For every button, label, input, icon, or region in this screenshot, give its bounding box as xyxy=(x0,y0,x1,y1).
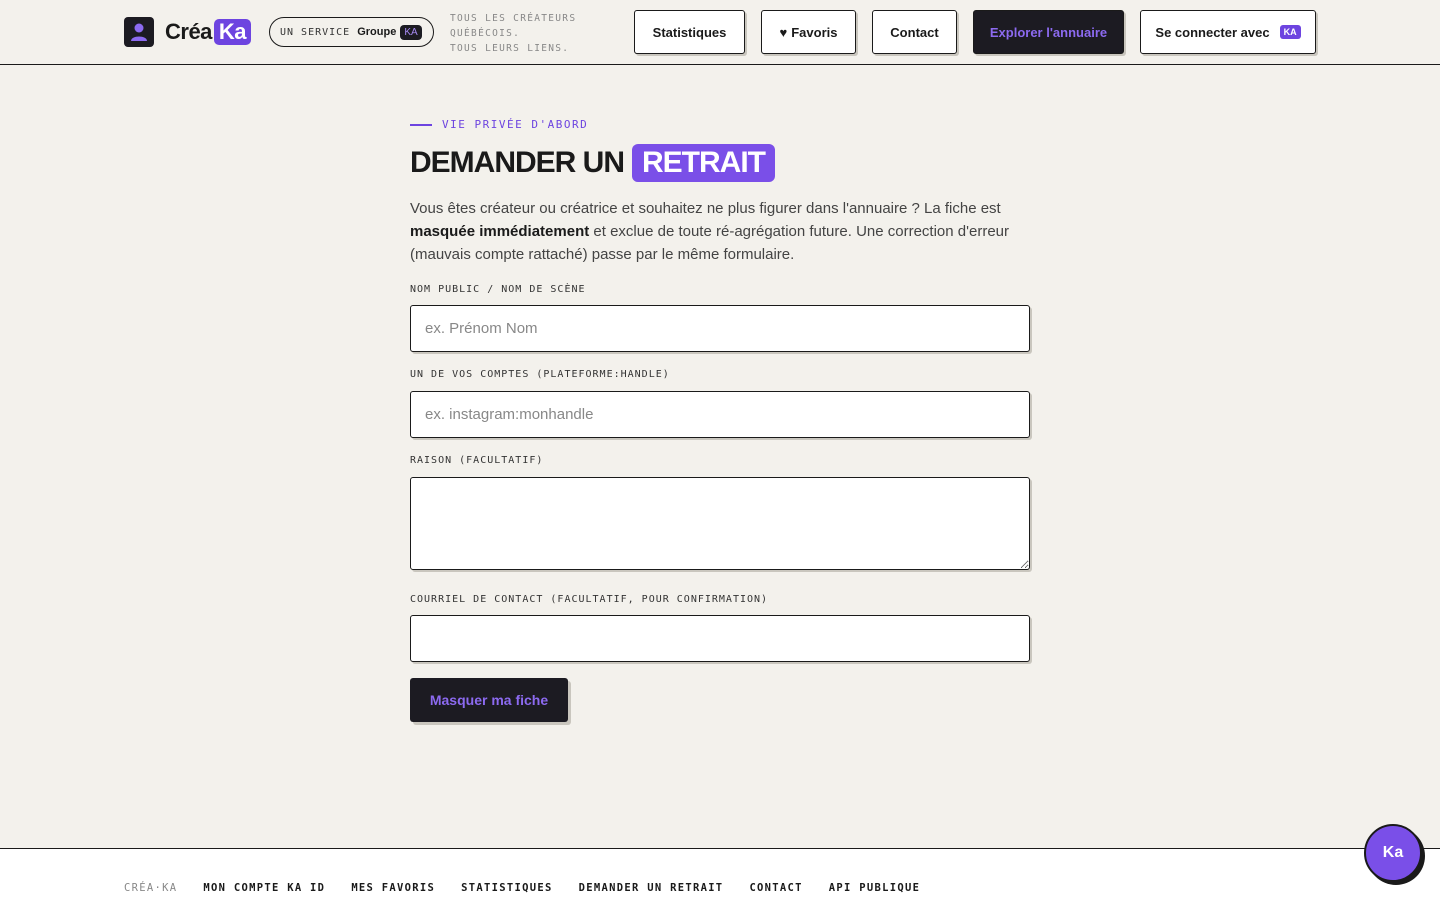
login-button[interactable]: Se connecter avec KA xyxy=(1140,10,1316,54)
email-input[interactable] xyxy=(410,615,1030,662)
login-label: Se connecter avec xyxy=(1155,24,1270,40)
footer-link-api[interactable]: API PUBLIQUE xyxy=(829,882,920,894)
service-prefix: UN SERVICE xyxy=(280,26,351,38)
account-input[interactable] xyxy=(410,391,1030,438)
tagline-line-2: QUÉBÉCOIS. xyxy=(450,28,521,39)
login-badge: KA xyxy=(1279,25,1301,39)
name-input[interactable] xyxy=(410,305,1030,352)
footer-brand: CRÉA·KA xyxy=(124,882,178,894)
intro-text-1: Vous êtes créateur ou créatrice et souha… xyxy=(410,200,1001,217)
eyebrow-line xyxy=(410,123,432,126)
nav-favorites-label: Favoris xyxy=(791,24,838,40)
service-pill[interactable]: UN SERVICE Groupe KA xyxy=(269,17,434,47)
eyebrow-text: VIE PRIVÉE D'ABORD xyxy=(442,118,589,131)
footer-link-favorites[interactable]: MES FAVORIS xyxy=(351,882,435,894)
name-label: NOM PUBLIC / NOM DE SCÈNE xyxy=(410,284,586,295)
page-title: DEMANDER UN RETRAIT xyxy=(410,144,775,182)
footer-links: CRÉA·KA MON COMPTE KA ID MES FAVORIS STA… xyxy=(124,882,920,894)
nav-contact-label: Contact xyxy=(890,24,939,40)
site-footer: CRÉA·KA MON COMPTE KA ID MES FAVORIS STA… xyxy=(0,848,1440,900)
nav-favorites-button[interactable]: ♥ Favoris xyxy=(761,10,856,54)
footer-link-stats[interactable]: STATISTIQUES xyxy=(461,882,552,894)
account-label: UN DE VOS COMPTES (PLATEFORME:HANDLE) xyxy=(410,369,670,380)
nav-stats-label: Statistiques xyxy=(652,24,727,40)
service-group: Groupe xyxy=(357,26,397,38)
site-header: Créa Ka UN SERVICE Groupe KA TOUS LES CR… xyxy=(0,0,1440,65)
eyebrow: VIE PRIVÉE D'ABORD xyxy=(410,118,588,131)
service-badge: KA xyxy=(400,24,422,40)
tagline-line-1: TOUS LES CRÉATEURS xyxy=(450,13,577,24)
explore-directory-button[interactable]: Explorer l'annuaire xyxy=(973,10,1124,54)
title-prefix: DEMANDER UN xyxy=(410,146,625,179)
reason-textarea[interactable] xyxy=(410,477,1030,570)
intro-bold: masquée immédiatement xyxy=(410,223,590,240)
footer-link-contact[interactable]: CONTACT xyxy=(749,882,802,894)
heart-icon: ♥ xyxy=(779,24,788,40)
explore-label: Explorer l'annuaire xyxy=(989,24,1108,40)
logo-main-text: Créa xyxy=(165,19,212,44)
email-label: COURRIEL DE CONTACT (FACULTATIF, POUR CO… xyxy=(410,594,769,605)
tagline-line-3: TOUS LEURS LIENS. xyxy=(450,43,570,54)
logo-wordmark[interactable]: Créa Ka xyxy=(165,19,252,45)
footer-link-removal[interactable]: DEMANDER UN RETRAIT xyxy=(579,882,724,894)
logo-accent-text: Ka xyxy=(213,19,252,45)
logo-icon[interactable] xyxy=(124,17,154,47)
title-highlight: RETRAIT xyxy=(632,144,775,182)
ka-assistant-button[interactable]: Ka xyxy=(1364,824,1422,882)
reason-label: RAISON (FACULTATIF) xyxy=(410,455,544,466)
tagline: TOUS LES CRÉATEURS QUÉBÉCOIS. TOUS LEURS… xyxy=(450,11,576,56)
submit-button[interactable]: Masquer ma fiche xyxy=(410,678,568,722)
footer-link-account[interactable]: MON COMPTE KA ID xyxy=(203,882,325,894)
nav-stats-button[interactable]: Statistiques xyxy=(634,10,745,54)
intro-paragraph: Vous êtes créateur ou créatrice et souha… xyxy=(410,197,1030,266)
nav-contact-button[interactable]: Contact xyxy=(872,10,957,54)
